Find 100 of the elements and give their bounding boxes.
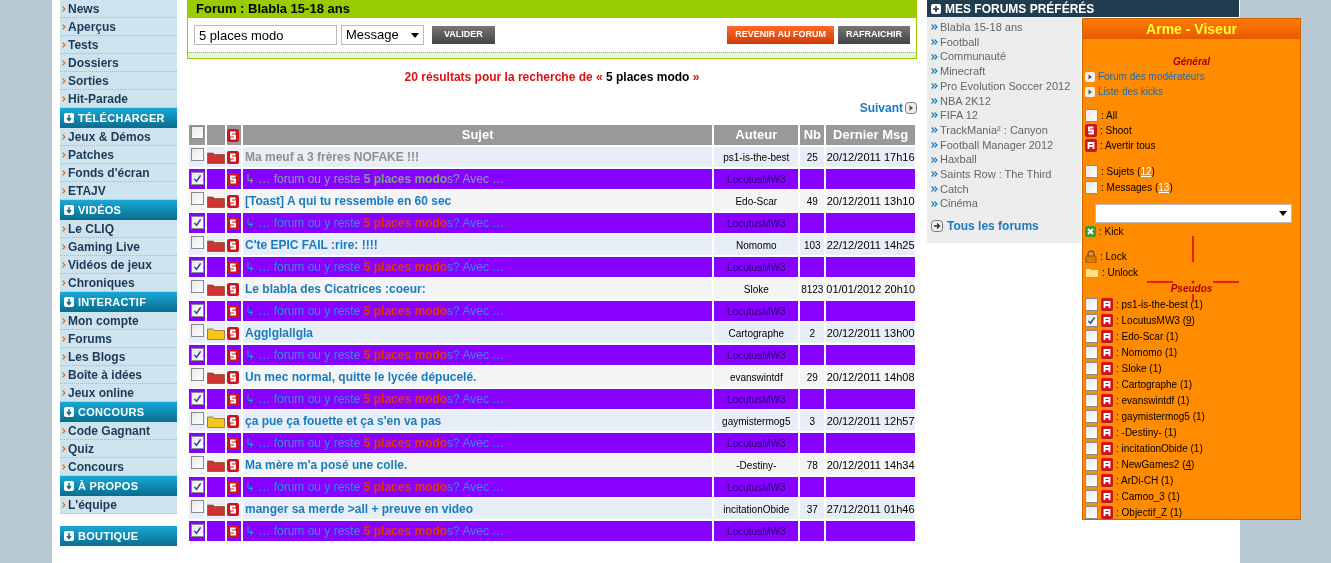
shoot-icon[interactable] — [227, 348, 239, 362]
checkbox[interactable] — [1085, 109, 1098, 122]
shoot-icon[interactable] — [227, 216, 239, 230]
sidebar-link[interactable]: Gaming Live — [60, 238, 177, 256]
checkbox[interactable] — [190, 192, 204, 206]
dropdown-field[interactable] — [1095, 204, 1292, 223]
checkbox[interactable] — [190, 148, 204, 162]
warn-icon[interactable] — [1101, 329, 1113, 343]
sidebar-section-header[interactable]: BOUTIQUE — [60, 526, 177, 546]
warn-icon[interactable] — [1101, 393, 1113, 407]
shoot-icon[interactable] — [1085, 124, 1097, 137]
shoot-icon[interactable] — [227, 260, 239, 274]
sidebar-link[interactable]: Boîte à idées — [60, 366, 177, 384]
checkbox[interactable] — [1085, 409, 1098, 423]
sidebar-link[interactable]: Fonds d'écran — [60, 164, 177, 182]
sidebar-link[interactable]: Mon compte — [60, 312, 177, 330]
checkbox[interactable] — [1085, 345, 1098, 359]
checkbox[interactable] — [1085, 393, 1098, 407]
warn-icon[interactable] — [1101, 345, 1113, 359]
shoot-icon[interactable] — [227, 304, 239, 318]
pseudo-label[interactable]: : Edo-Scar (1) — [1116, 328, 1179, 344]
shoot-icon[interactable] — [227, 436, 239, 450]
shoot-icon[interactable] — [227, 524, 239, 538]
checkbox[interactable] — [190, 303, 204, 317]
favorite-forum-link[interactable]: FIFA 12 — [927, 108, 1081, 123]
action-button[interactable]: REVENIR AU FORUM — [727, 26, 834, 44]
favorite-forum-link[interactable]: Football Manager 2012 — [927, 137, 1081, 153]
checkbox[interactable] — [190, 456, 204, 470]
pseudo-label[interactable]: : NewGames2 (4) — [1116, 456, 1195, 472]
pseudo-label[interactable]: : Nomomo (1) — [1116, 344, 1178, 360]
pseudo-label[interactable]: : Objectif_Z (1) — [1116, 504, 1183, 520]
favorite-forum-link[interactable]: TrackMania² : Canyon — [927, 122, 1081, 138]
sidebar-link[interactable]: Jeux online — [60, 384, 177, 402]
topic-link[interactable]: Agglglallgla — [245, 326, 313, 340]
warn-icon[interactable] — [1101, 313, 1113, 327]
author-name[interactable]: Sloke — [743, 283, 769, 295]
checkbox[interactable] — [1085, 377, 1098, 391]
checkbox[interactable] — [190, 500, 204, 514]
checkbox[interactable] — [1085, 361, 1098, 375]
sidebar-link[interactable]: Quiz — [60, 440, 177, 458]
shoot-icon[interactable] — [227, 392, 239, 406]
sidebar-link[interactable]: Les Blogs — [60, 348, 177, 366]
warn-icon[interactable] — [1101, 409, 1113, 423]
shoot-icon[interactable] — [227, 172, 239, 186]
favorite-forum-link[interactable]: NBA 2K12 — [927, 93, 1081, 109]
checkbox[interactable] — [1085, 313, 1098, 327]
checkbox[interactable] — [190, 435, 204, 449]
warn-icon[interactable] — [1101, 505, 1113, 519]
checkbox[interactable] — [1085, 441, 1098, 455]
favorite-forum-link[interactable]: Pro Evolution Soccer 2012 — [927, 78, 1081, 94]
checkbox[interactable] — [190, 171, 204, 185]
sidebar-link[interactable]: Patches — [60, 146, 177, 164]
sidebar-link[interactable]: Tests — [60, 36, 177, 54]
topic-link[interactable]: C'te EPIC FAIL :rire: !!!! — [245, 238, 378, 252]
sidebar-link[interactable]: ETAJV — [60, 182, 177, 200]
checkbox[interactable] — [190, 412, 204, 426]
sidebar-link[interactable]: Sorties — [60, 72, 177, 90]
shoot-icon[interactable] — [227, 414, 239, 428]
shoot-icon[interactable] — [227, 502, 239, 516]
checkbox[interactable] — [190, 324, 204, 338]
shoot-icon[interactable] — [227, 128, 239, 142]
warn-icon[interactable] — [1101, 377, 1113, 391]
sidebar-section-header[interactable]: À PROPOS — [60, 476, 177, 496]
favorite-forum-link[interactable]: Catch — [927, 181, 1081, 197]
sidebar-link[interactable]: Aperçus — [60, 18, 177, 36]
pseudo-label[interactable]: : Cartographe (1) — [1116, 376, 1193, 392]
checkbox[interactable] — [190, 236, 204, 250]
favorite-forum-link[interactable]: Cinéma — [927, 196, 1081, 211]
checkbox[interactable] — [1085, 489, 1098, 503]
action-button[interactable]: RAFRAICHIR — [838, 26, 910, 44]
warn-icon[interactable] — [1101, 297, 1113, 311]
checkbox[interactable] — [1085, 164, 1098, 178]
favorite-forum-link[interactable]: Communauté — [927, 49, 1081, 65]
sidebar-link[interactable]: Code Gagnant — [60, 422, 177, 440]
shoot-icon[interactable] — [227, 326, 239, 340]
pseudo-label[interactable]: : Sloke (1) — [1116, 360, 1162, 376]
shoot-icon[interactable] — [227, 282, 239, 296]
pseudo-label[interactable]: : Camoo_3 (1) — [1116, 488, 1180, 504]
shoot-icon[interactable] — [227, 238, 239, 252]
favorite-forum-link[interactable]: Haxball — [927, 152, 1081, 167]
pseudo-label[interactable]: : LocutusMW3 (9) — [1116, 312, 1195, 328]
checkbox[interactable] — [190, 280, 204, 294]
sidebar-section-header[interactable]: VIDÉOS — [60, 200, 177, 220]
pseudo-label[interactable]: : gaymistermog5 (1) — [1116, 408, 1205, 424]
warn-icon[interactable] — [1101, 489, 1113, 503]
sidebar-link[interactable]: Jeux & Démos — [60, 128, 177, 146]
sidebar-link[interactable]: Chroniques — [60, 274, 177, 292]
checkbox[interactable] — [1085, 457, 1098, 471]
warn-icon[interactable] — [1101, 425, 1113, 439]
search-field[interactable]: 5 places modo — [194, 25, 337, 45]
sidebar-link[interactable]: Le CLIQ — [60, 220, 177, 238]
sidebar-link[interactable]: L'équipe — [60, 496, 177, 514]
checkbox[interactable] — [1085, 425, 1098, 439]
shoot-icon[interactable] — [227, 458, 239, 472]
warn-icon[interactable] — [1101, 441, 1113, 455]
submit-button[interactable]: VALIDER — [432, 26, 495, 44]
checkbox[interactable] — [190, 391, 204, 405]
checkbox[interactable] — [190, 259, 204, 273]
favorite-forum-link[interactable]: Saints Row : The Third — [927, 166, 1081, 182]
sidebar-link[interactable]: Vidéos de jeux — [60, 256, 177, 274]
